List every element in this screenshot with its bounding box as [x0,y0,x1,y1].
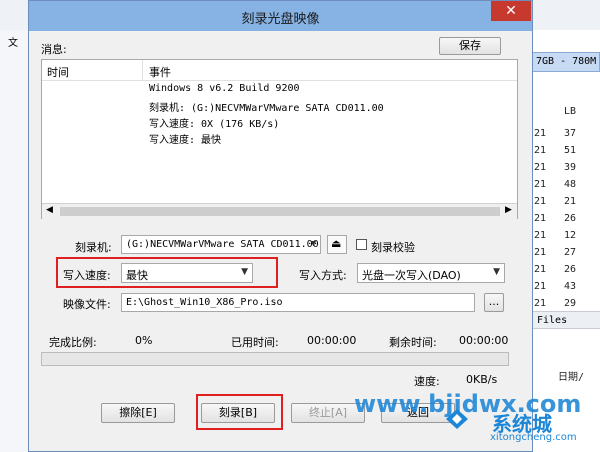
list-cell: 21 [534,247,547,258]
messages-label: 消息: [41,43,67,56]
log-column-event: 事件 [149,66,171,79]
list-cell: 21 [534,145,547,156]
remaining-value: 00:00:00 [459,334,509,347]
browse-button[interactable]: ... [484,293,504,312]
image-file-input[interactable]: E:\Ghost_Win10_X86_Pro.iso [121,293,475,312]
eject-button[interactable]: ⏏ [327,235,347,254]
scroll-left-icon[interactable]: ◀ [46,205,53,215]
column-header-lb: LB [564,106,577,117]
verify-label: 刻录校验 [371,241,415,254]
log-column-time: 时间 [47,66,69,79]
list-cell: 48 [564,179,577,190]
scrollbar-thumb[interactable] [60,207,500,216]
elapsed-label: 已用时间: [231,336,279,349]
burn-button-highlight [196,394,283,430]
disk-size-indicator: 7GB - 780M [531,52,600,72]
list-cell: 37 [564,128,577,139]
burner-select[interactable]: (G:)NECVMWarVMware SATA CD011.00 ▼ [121,235,321,254]
log-line: Windows 8 v6.2 Build 9200 [149,83,300,94]
message-log[interactable]: 时间 事件 Windows 8 v6.2 Build 9200 刻录机: (G:… [41,59,518,219]
log-header: 时间 事件 [42,60,517,81]
burner-label: 刻录机: [75,241,112,254]
list-cell: 12 [564,230,577,241]
log-line: 写入速度: 0X (176 KB/s) [149,119,280,130]
save-button[interactable]: 保存 [439,37,501,55]
progress-bar [41,352,509,366]
list-cell: 51 [564,145,577,156]
eject-icon: ⏏ [331,237,342,250]
write-method-value: 光盘一次写入(DAO) [362,269,461,282]
list-cell: 21 [534,298,547,309]
list-cell: 21 [534,196,547,207]
scroll-right-icon[interactable]: ▶ [505,205,512,215]
list-cell: 21 [534,264,547,275]
write-speed-highlight [56,257,278,288]
list-cell: 21 [534,281,547,292]
log-column-divider [142,60,143,80]
complete-label: 完成比例: [49,336,97,349]
chevron-down-icon: ▼ [310,239,316,249]
write-method-select[interactable]: 光盘一次写入(DAO) ▼ [357,263,505,283]
list-cell: 39 [564,162,577,173]
list-cell: 21 [534,162,547,173]
files-panel-header: Files [531,311,600,329]
list-cell: 26 [564,213,577,224]
background-left-panel: 文 [0,30,29,452]
burner-select-value: (G:)NECVMWarVMware SATA CD011.00 [126,239,319,250]
image-file-label: 映像文件: [63,298,111,311]
list-cell: 21 [534,230,547,241]
list-cell: 21 [534,213,547,224]
list-cell: 21 [564,196,577,207]
log-line: 写入速度: 最快 [149,135,222,146]
list-cell: 21 [534,128,547,139]
watermark: www.bjjdwx.com 系统城 xitongcheng.com [352,384,600,452]
list-cell: 27 [564,247,577,258]
verify-checkbox[interactable] [356,239,367,250]
list-cell: 26 [564,264,577,275]
close-icon: ✕ [505,3,517,19]
log-line: 刻录机: (G:)NECVMWarVMware SATA CD011.00 [149,103,384,114]
log-horizontal-scrollbar[interactable]: ◀ ▶ [42,203,517,219]
watermark-logo [444,406,470,432]
remaining-label: 剩余时间: [389,336,437,349]
complete-value: 0% [135,334,153,347]
list-cell: 43 [564,281,577,292]
chevron-down-icon: ▼ [493,267,500,277]
left-tab-label: 文 [8,38,18,49]
list-cell: 29 [564,298,577,309]
dialog-title: 刻录光盘映像 [241,12,320,27]
date-column-header: 日期/ [558,372,585,383]
close-button[interactable]: ✕ [491,1,531,21]
erase-button[interactable]: 擦除[E] [101,403,175,423]
elapsed-value: 00:00:00 [307,334,357,347]
watermark-site: xitongcheng.com [490,432,577,443]
list-cell: 21 [534,179,547,190]
write-method-label: 写入方式: [299,269,347,282]
